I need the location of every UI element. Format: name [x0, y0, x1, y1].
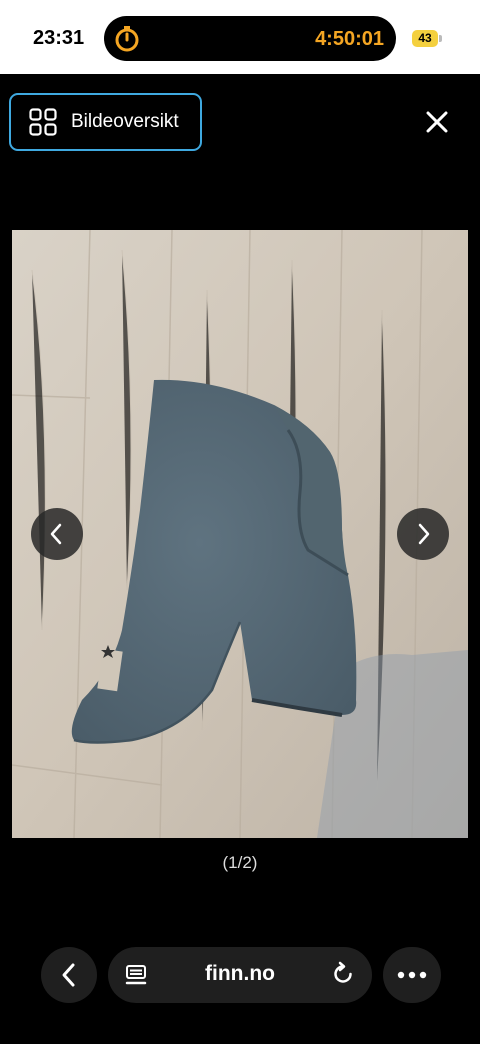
reload-icon[interactable]	[330, 961, 356, 987]
more-icon	[397, 971, 427, 979]
chevron-left-icon	[50, 523, 62, 545]
close-icon[interactable]	[420, 105, 454, 139]
address-bar[interactable]: finn.no	[108, 947, 372, 1003]
previous-image-button[interactable]	[31, 508, 83, 560]
image-counter: (1/2)	[222, 853, 258, 872]
browser-back-button[interactable]	[41, 947, 97, 1003]
image-overview-label: Bildeoversikt	[71, 111, 179, 132]
status-time: 23:31	[33, 27, 85, 49]
chevron-left-icon	[62, 963, 75, 987]
battery-level: 43	[418, 31, 432, 45]
timer-text: 4:50:01	[315, 28, 384, 50]
battery-icon: 43	[412, 30, 442, 47]
image-overview-button[interactable]: Bildeoversikt	[9, 93, 202, 151]
next-image-button[interactable]	[397, 508, 449, 560]
dynamic-island[interactable]: 4:50:01	[104, 16, 396, 61]
more-options-button[interactable]	[383, 947, 441, 1003]
status-bar: 23:31 4:50:01 43	[0, 0, 480, 74]
grid-icon	[29, 108, 57, 136]
chevron-right-icon	[418, 523, 430, 545]
stopwatch-icon	[115, 26, 139, 52]
